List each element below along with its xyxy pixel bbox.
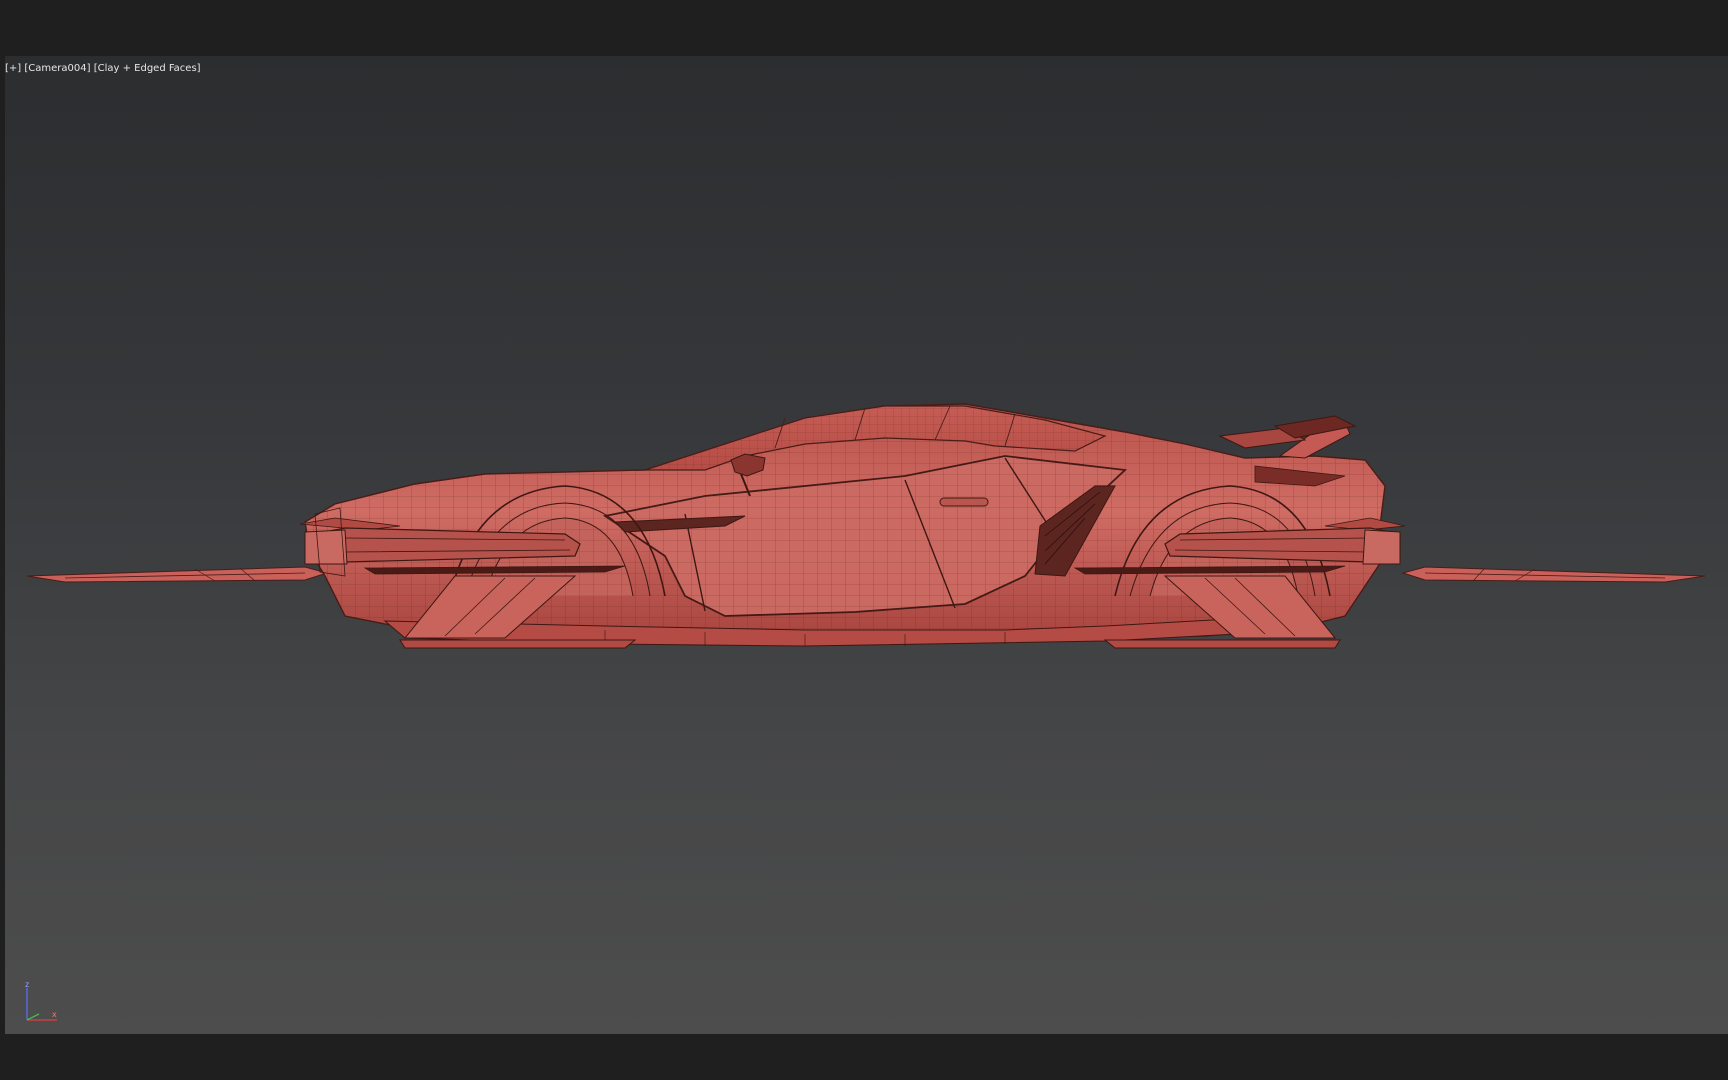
axis-gizmo-icon: z x (25, 980, 57, 1021)
left-wing (26, 566, 329, 583)
perspective-viewport[interactable]: [+] [Camera004] [Clay + Edged Faces] z x (5, 56, 1728, 1034)
vehicle-model[interactable] (5, 56, 1728, 1034)
axis-z-label: z (25, 980, 29, 989)
axis-x-label: x (52, 1010, 57, 1019)
rear-spoiler (1218, 415, 1357, 459)
max-application: [+] [Camera004] [Clay + Edged Faces] z x (0, 0, 1728, 1080)
right-wing (1401, 566, 1706, 583)
